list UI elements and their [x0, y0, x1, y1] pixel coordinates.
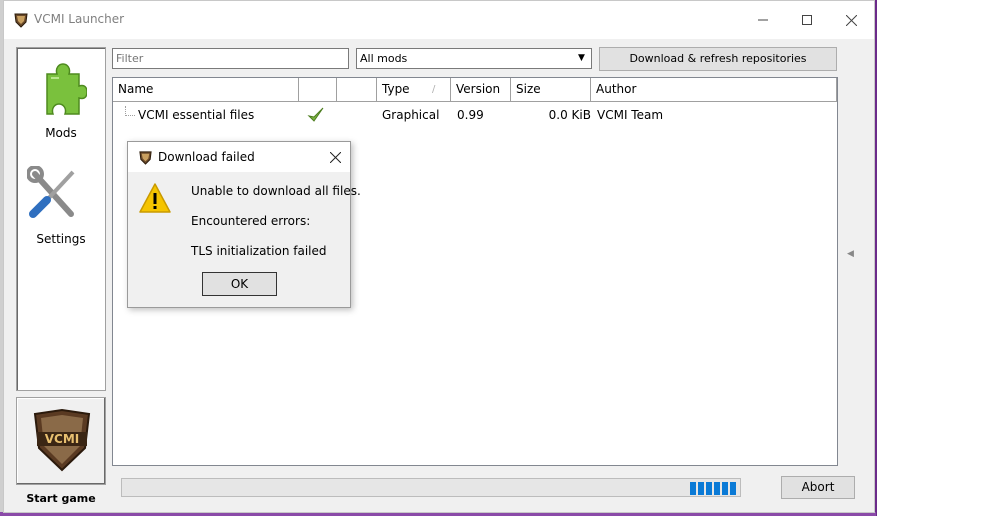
collapse-arrow-icon[interactable]: ◀: [847, 249, 854, 259]
column-header-status[interactable]: [337, 78, 377, 101]
vcmi-logo: VCMI: [33, 408, 91, 475]
close-window-button[interactable]: [828, 1, 874, 39]
column-header-version[interactable]: Version: [451, 78, 511, 101]
column-header-type-label: Type: [382, 82, 410, 96]
chevron-down-icon: ▼: [578, 53, 585, 63]
column-header-name[interactable]: Name: [113, 78, 299, 101]
sidebar-item-settings[interactable]: Settings: [17, 162, 105, 252]
warning-icon: [138, 182, 172, 217]
sidebar-item-label: Mods: [45, 126, 77, 140]
window-title: VCMI Launcher: [34, 12, 125, 26]
progress-fill: [690, 482, 736, 495]
maximize-button[interactable]: [784, 1, 830, 39]
ok-button[interactable]: OK: [202, 272, 277, 296]
sort-indicator-icon: /: [432, 84, 436, 95]
mod-type: Graphical: [382, 108, 440, 122]
sidebar: Mods Settings: [16, 47, 106, 391]
wrench-screwdriver-icon: [26, 165, 81, 225]
start-game-button[interactable]: VCMI: [16, 397, 106, 485]
minimize-button[interactable]: [740, 1, 786, 39]
close-icon: [845, 14, 857, 26]
close-icon: [329, 151, 341, 163]
mod-version: 0.99: [457, 108, 484, 122]
mod-size: 0.0 KiB: [548, 108, 591, 122]
table-header: Name Type / Version Size Author: [113, 78, 837, 102]
abort-button[interactable]: Abort: [781, 476, 855, 499]
mods-select-value: All mods: [360, 52, 408, 65]
sidebar-item-mods[interactable]: Mods: [17, 52, 105, 142]
download-failed-dialog: Download failed Unable to download all f…: [127, 141, 361, 308]
tree-branch: [125, 106, 135, 116]
mods-filter-select[interactable]: All mods ▼: [356, 48, 592, 69]
checkmark-icon: [307, 106, 325, 127]
dialog-title: Download failed: [158, 150, 255, 164]
mod-name: VCMI essential files: [138, 108, 255, 122]
start-game-label: Start game: [26, 492, 96, 505]
column-header-size[interactable]: Size: [511, 78, 591, 101]
column-header-enabled[interactable]: [299, 78, 337, 101]
dialog-title-bar[interactable]: Download failed: [128, 142, 350, 172]
sidebar-item-label: Settings: [36, 232, 86, 246]
dialog-message-line: Encountered errors:: [191, 214, 311, 228]
title-bar[interactable]: VCMI Launcher: [4, 1, 874, 39]
app-icon: [13, 12, 29, 28]
app-icon: [138, 150, 153, 165]
puzzle-icon: [39, 62, 88, 121]
column-header-author[interactable]: Author: [591, 78, 837, 101]
table-row[interactable]: VCMI essential files Graphical 0.99 0.0 …: [113, 102, 837, 128]
column-header-type[interactable]: Type /: [377, 78, 451, 101]
refresh-repositories-button[interactable]: Download & refresh repositories: [599, 47, 837, 71]
dialog-error-line: TLS initialization failed: [191, 244, 327, 258]
desktop-background: [876, 0, 1000, 516]
dialog-message-line: Unable to download all files.: [191, 184, 361, 198]
download-progress-bar: [121, 478, 741, 497]
filter-input[interactable]: [112, 48, 349, 69]
mod-author: VCMI Team: [597, 108, 664, 122]
logo-text: VCMI: [45, 432, 80, 446]
dialog-close-button[interactable]: [324, 146, 346, 168]
